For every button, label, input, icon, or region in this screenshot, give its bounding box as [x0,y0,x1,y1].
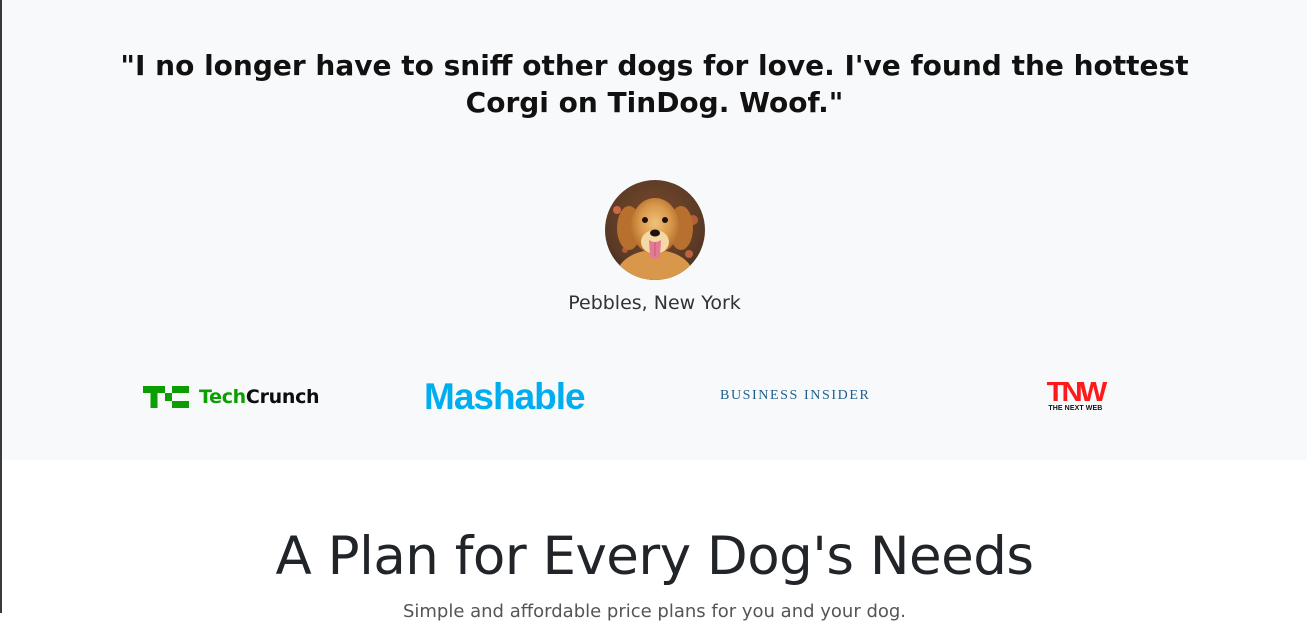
techcrunch-mark-icon [143,386,189,408]
techcrunch-word-tech: Tech [199,386,246,408]
tnw-mark: TNW [1046,376,1108,407]
techcrunch-logo: TechCrunch [143,384,320,410]
golden-retriever-image [605,180,705,280]
testimonial-quote: "I no longer have to sniff other dogs fo… [120,49,1189,119]
business-insider-logo: BUSINESS INSIDER [720,388,871,403]
testimonial-section: "I no longer have to sniff other dogs fo… [2,0,1307,460]
mashable-logo: Mashable [424,376,586,417]
pricing-subtitle: Simple and affordable price plans for yo… [402,601,907,622]
tnw-logo: TNW THE NEXT WEB [1046,376,1108,413]
testimonial-author: Pebbles, New York [568,292,741,314]
dog-avatar [605,180,705,280]
techcrunch-word-crunch: Crunch [245,386,320,408]
pricing-title: A Plan for Every Dog's Needs [275,526,1034,587]
